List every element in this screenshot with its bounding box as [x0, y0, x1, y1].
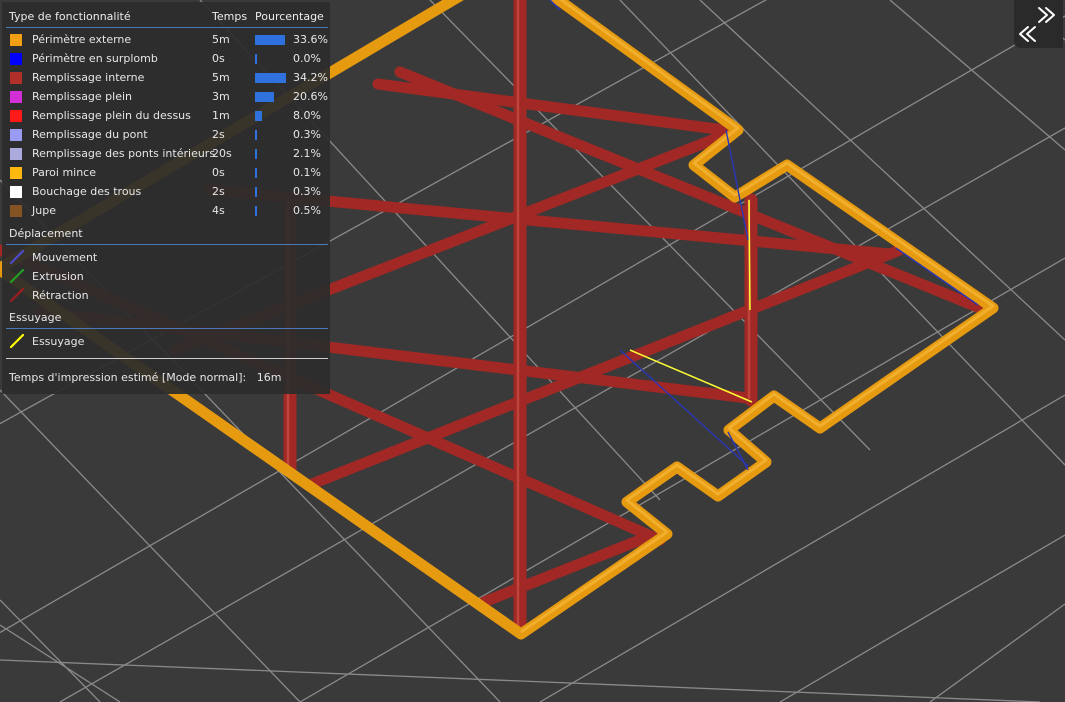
feature-label: Jupe: [32, 204, 56, 217]
line-icon: [10, 288, 24, 302]
percent-bar: [255, 111, 263, 121]
percent-bar: [255, 54, 257, 64]
legend-label: Mouvement: [32, 251, 98, 264]
feature-time: 2s: [212, 128, 225, 141]
color-swatch: [10, 34, 22, 46]
legend-row[interactable]: Essuyage: [2, 333, 330, 352]
color-swatch: [10, 91, 22, 103]
color-swatch: [10, 72, 22, 84]
estimate-value: 16m: [256, 371, 282, 384]
feature-label: Remplissage interne: [32, 71, 145, 84]
feature-time: 2s: [212, 185, 225, 198]
feature-percent: 20.6%: [293, 90, 328, 103]
wipe-section-title: Essuyage: [9, 311, 62, 324]
feature-time: 0s: [212, 52, 225, 65]
percent-bar: [255, 35, 286, 45]
feature-row[interactable]: Jupe 4s 0.5%: [2, 202, 330, 221]
color-swatch: [10, 110, 22, 122]
legend-panel: Type de fonctionnalité Temps Pourcentage…: [2, 2, 330, 394]
feature-row[interactable]: Remplissage interne 5m 34.2%: [2, 69, 330, 88]
feature-row[interactable]: Remplissage plein du dessus 1m 8.0%: [2, 107, 330, 126]
feature-label: Périmètre en surplomb: [32, 52, 158, 65]
feature-label: Paroi mince: [32, 166, 97, 179]
percent-bar: [255, 168, 257, 178]
legend-row[interactable]: Rétraction: [2, 287, 330, 306]
percent-bar: [255, 206, 257, 216]
feature-label: Remplissage plein du dessus: [32, 109, 191, 122]
feature-time: 1m: [212, 109, 230, 122]
feature-label: Bouchage des trous: [32, 185, 142, 198]
feature-label: Remplissage du pont: [32, 128, 148, 141]
line-icon: [10, 269, 24, 283]
line-icon: [10, 334, 24, 348]
feature-time: 4s: [212, 204, 225, 217]
travel-divider: [6, 244, 328, 245]
percent-bar: [255, 92, 274, 102]
percent-bar: [255, 149, 257, 159]
feature-row[interactable]: Remplissage du pont 2s 0.3%: [2, 126, 330, 145]
wipe-divider: [6, 328, 328, 329]
legend-row[interactable]: Extrusion: [2, 268, 330, 287]
estimate-divider: [6, 358, 328, 359]
feature-row[interactable]: Bouchage des trous 2s 0.3%: [2, 183, 330, 202]
travel-section-title: Déplacement: [9, 227, 83, 240]
feature-percent: 8.0%: [293, 109, 321, 122]
color-swatch: [10, 53, 22, 65]
feature-time: 5m: [212, 71, 230, 84]
color-swatch: [10, 205, 22, 217]
legend-row[interactable]: Mouvement: [2, 249, 330, 268]
header-feature-type: Type de fonctionnalité: [9, 10, 131, 23]
feature-row[interactable]: Remplissage plein 3m 20.6%: [2, 88, 330, 107]
feature-percent: 0.5%: [293, 204, 321, 217]
feature-percent: 0.3%: [293, 128, 321, 141]
feature-percent: 2.1%: [293, 147, 321, 160]
estimated-time: Temps d'impression estimé [Mode normal]:…: [9, 371, 281, 384]
feature-percent: 0.3%: [293, 185, 321, 198]
legend-label: Essuyage: [32, 335, 85, 348]
feature-time: 0s: [212, 166, 225, 179]
feature-row[interactable]: Remplissage des ponts intérieurs 20s 2.1%: [2, 145, 330, 164]
feature-label: Périmètre externe: [32, 33, 132, 46]
color-swatch: [10, 186, 22, 198]
feature-row[interactable]: Périmètre en surplomb 0s 0.0%: [2, 50, 330, 69]
collapse-sidebar-button[interactable]: [1014, 0, 1063, 48]
header-divider: [6, 27, 328, 28]
feature-percent: 0.0%: [293, 52, 321, 65]
color-swatch: [10, 167, 22, 179]
estimate-label: Temps d'impression estimé [Mode normal]:: [9, 371, 247, 384]
feature-label: Remplissage plein: [32, 90, 133, 103]
feature-time: 5m: [212, 33, 230, 46]
percent-bar: [255, 187, 257, 197]
feature-time: 3m: [212, 90, 230, 103]
feature-percent: 33.6%: [293, 33, 328, 46]
feature-label: Remplissage des ponts intérieurs: [32, 147, 216, 160]
percent-bar: [255, 130, 257, 140]
color-swatch: [10, 148, 22, 160]
double-chevron-icon: [1019, 7, 1055, 42]
feature-percent: 34.2%: [293, 71, 328, 84]
percent-bar: [255, 73, 286, 83]
feature-row[interactable]: Paroi mince 0s 0.1%: [2, 164, 330, 183]
feature-row[interactable]: Périmètre externe 5m 33.6%: [2, 31, 330, 50]
line-icon: [10, 250, 24, 264]
legend-label: Extrusion: [32, 270, 84, 283]
legend-label: Rétraction: [32, 289, 89, 302]
header-percentage: Pourcentage: [255, 10, 324, 23]
feature-percent: 0.1%: [293, 166, 321, 179]
color-swatch: [10, 129, 22, 141]
feature-time: 20s: [212, 147, 232, 160]
header-time: Temps: [212, 10, 248, 23]
